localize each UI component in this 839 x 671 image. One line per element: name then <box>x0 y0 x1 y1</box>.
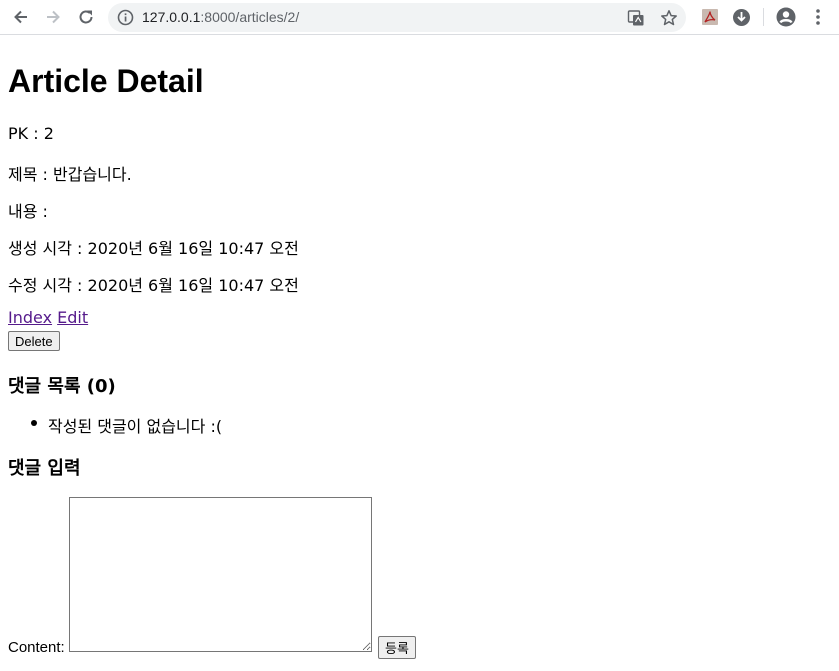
back-button[interactable] <box>8 4 34 30</box>
index-link[interactable]: Index <box>8 308 52 327</box>
url-path: :8000/articles/2/ <box>200 9 300 25</box>
comment-form-heading: 댓글 입력 <box>8 458 81 479</box>
profile-avatar-icon[interactable] <box>775 5 797 29</box>
article-subject: 제목 : 반갑습니다. <box>8 165 132 184</box>
bookmark-star-icon[interactable] <box>659 8 679 28</box>
article-updated-at: 수정 시각 : 2020년 6월 16일 10:47 오전 <box>8 276 299 295</box>
reload-button[interactable] <box>73 4 99 30</box>
page-title: Article Detail <box>8 63 204 99</box>
address-bar[interactable]: 127.0.0.1:8000/articles/2/ <box>108 3 686 32</box>
back-arrow-icon <box>14 10 27 24</box>
submit-comment-button[interactable]: 등록 <box>378 636 416 659</box>
article-body: 내용 : <box>8 202 48 221</box>
delete-button[interactable]: Delete <box>8 331 60 351</box>
edit-link[interactable]: Edit <box>57 308 88 327</box>
article-pk: PK : 2 <box>8 124 54 143</box>
more-menu-icon[interactable] <box>807 5 829 29</box>
translate-icon[interactable] <box>626 8 646 28</box>
article-created-at: 생성 시각 : 2020년 6월 16일 10:47 오전 <box>8 239 299 258</box>
comment-list-heading: 댓글 목록 (0) <box>8 376 116 397</box>
forward-button[interactable] <box>40 4 66 30</box>
comment-list: 작성된 댓글이 없습니다 :( <box>8 413 222 437</box>
comment-empty-message: 작성된 댓글이 없습니다 :( <box>8 413 222 437</box>
forward-arrow-icon <box>47 10 60 24</box>
comment-content-textarea[interactable] <box>69 497 372 652</box>
content-label: Content: <box>8 639 65 656</box>
browser-toolbar: 127.0.0.1:8000/articles/2/ <box>0 0 839 35</box>
url-host: 127.0.0.1 <box>142 9 201 25</box>
reload-icon <box>79 10 93 24</box>
info-icon[interactable] <box>117 9 134 30</box>
pdf-extension-icon[interactable] <box>699 5 721 29</box>
download-extension-icon[interactable] <box>730 5 752 29</box>
toolbar-separator <box>763 8 764 26</box>
article-links: Index Edit <box>8 308 88 327</box>
url-text[interactable]: 127.0.0.1:8000/articles/2/ <box>142 9 299 25</box>
